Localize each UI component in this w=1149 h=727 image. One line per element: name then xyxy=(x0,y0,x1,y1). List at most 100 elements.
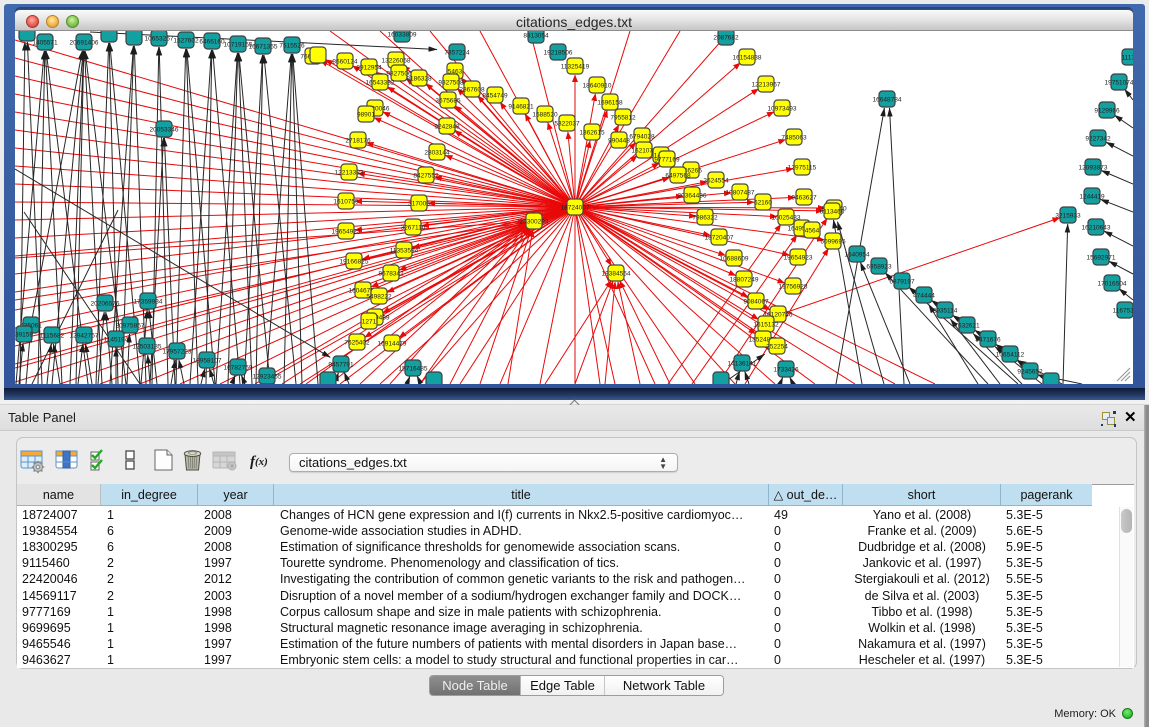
svg-text:1527602: 1527602 xyxy=(173,38,199,45)
svg-text:2867608: 2867608 xyxy=(459,87,485,94)
svg-text:9777169: 9777169 xyxy=(654,157,680,164)
svg-text:4564: 4564 xyxy=(805,228,820,235)
svg-text:16154838: 16154838 xyxy=(733,55,762,62)
svg-text:6958923: 6958923 xyxy=(866,264,892,271)
svg-text:12213967: 12213967 xyxy=(752,82,781,89)
svg-text:1588520: 1588520 xyxy=(532,112,558,119)
svg-text:16210643: 16210643 xyxy=(1082,225,1111,232)
svg-text:11170: 11170 xyxy=(1121,55,1133,62)
svg-text:3675685: 3675685 xyxy=(435,98,461,105)
svg-text:7955812: 7955812 xyxy=(610,115,636,122)
svg-text:6794028: 6794028 xyxy=(629,134,655,141)
svg-text:7515526: 7515526 xyxy=(279,43,305,50)
svg-text:1733426: 1733426 xyxy=(773,367,799,374)
svg-text:1696158: 1696158 xyxy=(597,100,623,107)
svg-text:8678342: 8678342 xyxy=(378,271,404,278)
svg-text:10688609: 10688609 xyxy=(720,256,749,263)
svg-text:15716485: 15716485 xyxy=(399,366,428,373)
svg-text:10807487: 10807487 xyxy=(726,190,755,197)
svg-text:317006: 317006 xyxy=(408,201,430,208)
svg-text:1115682: 1115682 xyxy=(40,333,65,340)
svg-text:19384554: 19384554 xyxy=(602,271,631,278)
svg-text:9463627: 9463627 xyxy=(791,195,817,202)
svg-text:14136141: 14136141 xyxy=(728,361,757,368)
svg-text:19654923: 19654923 xyxy=(332,229,361,236)
svg-text:16033809: 16033809 xyxy=(388,32,417,39)
svg-text:(x): (x) xyxy=(255,456,268,468)
svg-text:62160: 62160 xyxy=(754,200,772,207)
svg-text:18640910: 18640910 xyxy=(583,83,612,90)
svg-text:19166825: 19166825 xyxy=(340,259,369,266)
svg-text:9146821: 9146821 xyxy=(508,104,534,111)
svg-text:1640954: 1640954 xyxy=(844,252,870,259)
svg-text:16671355: 16671355 xyxy=(249,44,278,51)
svg-text:10973493: 10973493 xyxy=(768,106,797,113)
svg-text:13226058: 13226058 xyxy=(382,58,411,65)
svg-text:18724007: 18724007 xyxy=(561,205,590,212)
svg-text:20691406: 20691406 xyxy=(70,40,99,47)
svg-text:9227342: 9227342 xyxy=(1085,136,1111,143)
svg-text:1271: 1271 xyxy=(362,319,377,326)
svg-text:11353594: 11353594 xyxy=(390,248,419,255)
svg-text:5322037: 5322037 xyxy=(554,121,580,128)
svg-text:17957223: 17957223 xyxy=(163,349,192,356)
svg-text:1610755: 1610755 xyxy=(333,199,359,206)
svg-text:8186328: 8186328 xyxy=(406,76,432,83)
svg-text:20053346: 20053346 xyxy=(150,127,179,134)
svg-text:12093873: 12093873 xyxy=(1079,165,1108,172)
svg-text:25300293: 25300293 xyxy=(520,219,549,226)
svg-text:3624554: 3624554 xyxy=(703,178,729,185)
svg-text:2718176: 2718176 xyxy=(345,138,371,145)
svg-text:17359934: 17359934 xyxy=(134,299,163,306)
svg-text:3267110: 3267110 xyxy=(401,225,426,232)
svg-text:16543382: 16543382 xyxy=(366,80,395,87)
svg-text:9327508: 9327508 xyxy=(438,80,464,87)
svg-text:6466160: 6466160 xyxy=(199,39,225,46)
svg-text:8912954: 8912954 xyxy=(356,65,382,72)
svg-text:12923465: 12923465 xyxy=(253,374,282,381)
svg-text:12942757: 12942757 xyxy=(70,333,99,340)
svg-text:7357224: 7357224 xyxy=(444,50,470,57)
svg-text:15720407: 15720407 xyxy=(705,235,734,242)
svg-text:1244419: 1244419 xyxy=(1079,194,1105,201)
svg-text:6497568: 6497568 xyxy=(665,173,691,180)
svg-text:98901: 98901 xyxy=(357,112,375,119)
svg-text:7485063: 7485063 xyxy=(781,135,807,142)
svg-text:1145194: 1145194 xyxy=(104,337,129,344)
svg-text:6099695: 6099695 xyxy=(820,239,846,246)
svg-text:1362615: 1362615 xyxy=(579,130,605,137)
svg-text:9129966: 9129966 xyxy=(1094,108,1120,115)
svg-text:7625402: 7625402 xyxy=(344,340,370,347)
svg-text:8813054: 8813054 xyxy=(523,33,549,40)
svg-text:19654923: 19654923 xyxy=(784,255,813,262)
svg-text:16914479: 16914479 xyxy=(378,341,407,348)
svg-text:19218506: 19218506 xyxy=(544,50,573,57)
svg-text:12213383: 12213383 xyxy=(335,170,364,177)
svg-text:16648784: 16648784 xyxy=(873,97,902,104)
svg-text:2087682: 2087682 xyxy=(713,35,739,42)
svg-text:252254: 252254 xyxy=(766,344,788,351)
svg-text:1167533: 1167533 xyxy=(1113,308,1133,315)
svg-text:12975115: 12975115 xyxy=(788,165,817,172)
svg-text:2803144: 2803144 xyxy=(424,150,450,157)
svg-text:2935114: 2935114 xyxy=(933,308,958,315)
svg-text:39159: 39159 xyxy=(15,332,33,339)
svg-text:9245652: 9245652 xyxy=(1017,369,1043,376)
svg-text:18807249: 18807249 xyxy=(730,277,759,284)
svg-text:10654112: 10654112 xyxy=(996,352,1025,359)
svg-text:20975867: 20975867 xyxy=(116,323,145,330)
svg-text:9084067: 9084067 xyxy=(743,299,769,306)
svg-text:3215933: 3215933 xyxy=(1055,213,1081,220)
svg-text:10958107: 10958107 xyxy=(193,358,222,365)
svg-text:8454749: 8454749 xyxy=(482,93,508,100)
svg-text:16782759: 16782759 xyxy=(224,365,253,372)
svg-text:7986322: 7986322 xyxy=(692,215,718,222)
svg-text:12503135: 12503135 xyxy=(133,344,162,351)
svg-text:6879197: 6879197 xyxy=(889,279,915,286)
svg-text:20364436: 20364436 xyxy=(678,193,707,200)
svg-text:10653267: 10653267 xyxy=(145,36,174,43)
svg-text:15692971: 15692971 xyxy=(1087,255,1116,262)
svg-text:17016504: 17016504 xyxy=(1098,281,1127,288)
svg-text:7632621: 7632621 xyxy=(954,323,980,330)
svg-text:990448: 990448 xyxy=(608,138,630,145)
